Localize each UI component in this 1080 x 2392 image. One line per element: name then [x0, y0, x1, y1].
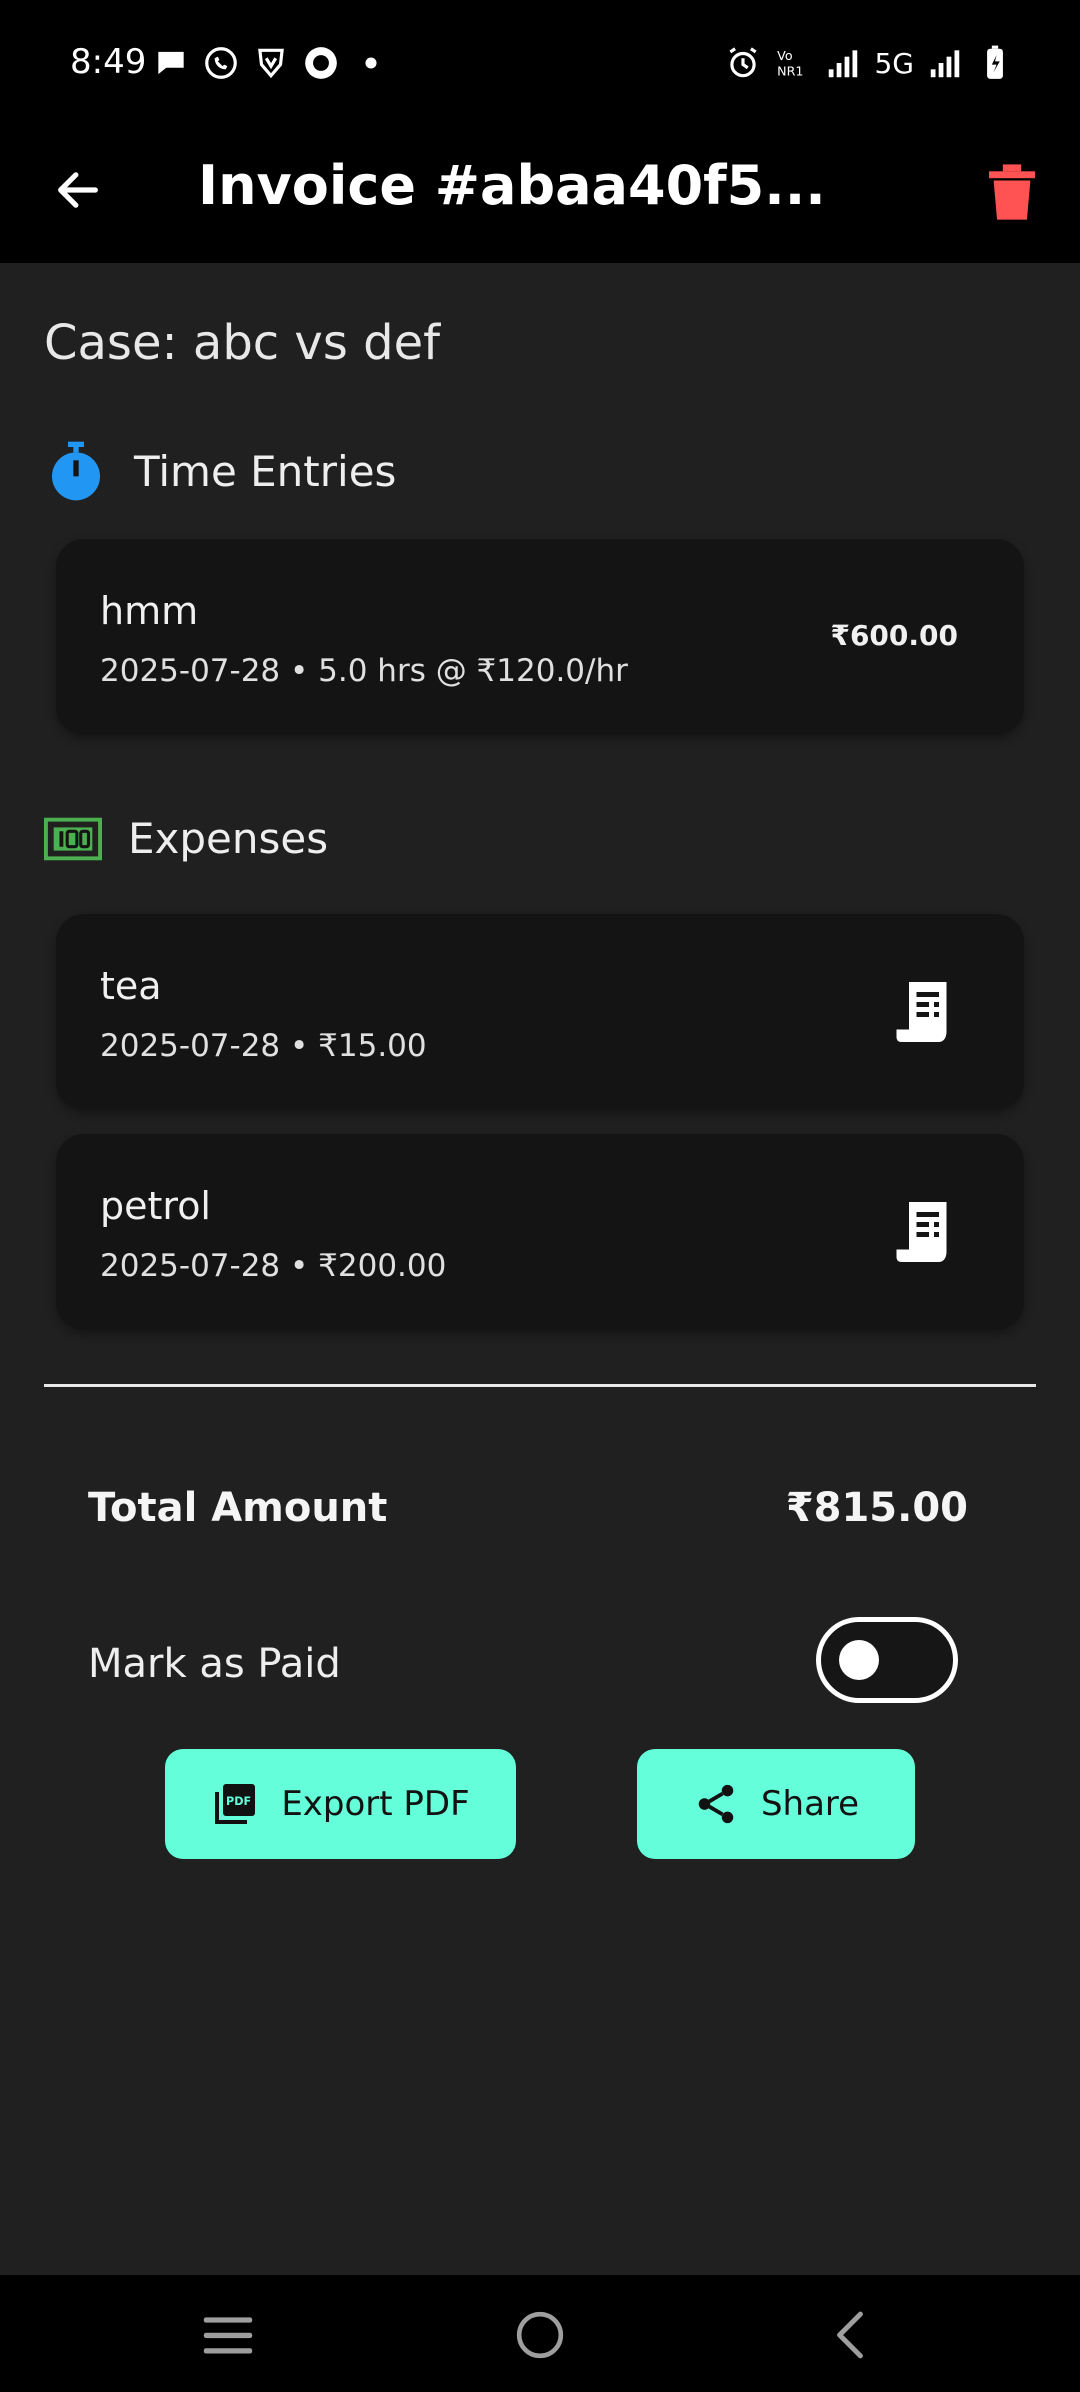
trash-icon	[989, 164, 1035, 220]
time-entry-card[interactable]: hmm 2025-07-28 • 5.0 hrs @ ₹120.0/hr ₹60…	[56, 539, 1024, 735]
mark-as-paid-toggle[interactable]	[816, 1617, 958, 1703]
recent-apps-button[interactable]	[188, 2297, 268, 2373]
time-entries-header: Time Entries	[44, 439, 396, 503]
menu-lines-icon	[203, 2317, 253, 2354]
share-label: Share	[760, 1784, 860, 1824]
total-amount-label: Total Amount	[88, 1485, 388, 1531]
view-receipt-button[interactable]	[890, 976, 958, 1048]
system-navigation-bar	[0, 2275, 1080, 2392]
receipt-icon	[896, 982, 947, 1042]
expense-card[interactable]: petrol 2025-07-28 • ₹200.00	[56, 1134, 1024, 1330]
signal-strength-2-icon	[930, 50, 960, 78]
expense-card[interactable]: tea 2025-07-28 • ₹15.00	[56, 914, 1024, 1110]
expenses-heading: Expenses	[128, 814, 329, 863]
receipt-icon	[896, 1202, 947, 1262]
chat-bubble-icon	[158, 51, 184, 75]
time-entries-heading: Time Entries	[134, 446, 397, 496]
stopwatch-icon	[52, 441, 100, 501]
battery-charging-icon	[987, 45, 1003, 79]
svg-text:NR1: NR1	[778, 64, 804, 79]
expense-details: 2025-07-28 • ₹200.00	[100, 1248, 447, 1284]
signal-strength-icon	[829, 50, 858, 78]
chevron-left-icon	[837, 2311, 863, 2359]
arrow-left-icon	[58, 172, 98, 208]
whatsapp-icon	[205, 47, 237, 79]
system-back-button[interactable]	[810, 2297, 890, 2373]
volte-icon: VoNR1	[778, 48, 804, 79]
status-time: 8:49	[70, 42, 147, 82]
expense-title: tea	[100, 964, 162, 1008]
mark-as-paid-label: Mark as Paid	[88, 1641, 341, 1687]
back-button[interactable]	[40, 152, 116, 228]
network-type-label: 5G	[874, 46, 914, 80]
toggle-knob	[839, 1640, 879, 1680]
svg-text:PDF: PDF	[226, 1795, 251, 1808]
time-entry-details: 2025-07-28 • 5.0 hrs @ ₹120.0/hr	[100, 653, 628, 689]
expense-details: 2025-07-28 • ₹15.00	[100, 1028, 427, 1064]
expenses-header: Expenses	[44, 814, 328, 863]
section-divider	[44, 1384, 1036, 1387]
view-receipt-button[interactable]	[890, 1196, 958, 1268]
app-bar: Invoice #abaa40f5...	[0, 130, 1080, 263]
notification-icons	[152, 44, 390, 82]
total-amount-value: ₹815.00	[785, 1485, 968, 1531]
status-bar: 8:49 Vo NR1 5G	[0, 0, 1080, 130]
export-pdf-label: Export PDF	[281, 1784, 470, 1824]
home-button[interactable]	[500, 2297, 580, 2373]
time-entry-amount: ₹600.00	[830, 619, 958, 652]
more-notifications-dot-icon	[365, 57, 377, 69]
time-entry-title: hmm	[100, 589, 199, 633]
page-title: Invoice #abaa40f5...	[198, 154, 826, 217]
alarm-icon	[729, 47, 758, 78]
case-title: Case: abc vs def	[44, 315, 440, 371]
circle-app-icon	[305, 47, 337, 79]
pdf-icon: PDF	[215, 1784, 256, 1824]
share-button[interactable]: Share	[637, 1749, 915, 1859]
delete-invoice-button[interactable]	[972, 152, 1052, 232]
export-pdf-button[interactable]: PDF Export PDF	[165, 1749, 516, 1859]
money-icon	[44, 817, 102, 860]
system-icons: Vo NR1 5G	[724, 44, 1014, 82]
brave-icon	[258, 48, 284, 79]
svg-text:Vo: Vo	[778, 48, 794, 63]
share-icon	[698, 1784, 734, 1824]
expense-title: petrol	[100, 1184, 211, 1228]
home-circle-icon	[516, 2311, 564, 2359]
